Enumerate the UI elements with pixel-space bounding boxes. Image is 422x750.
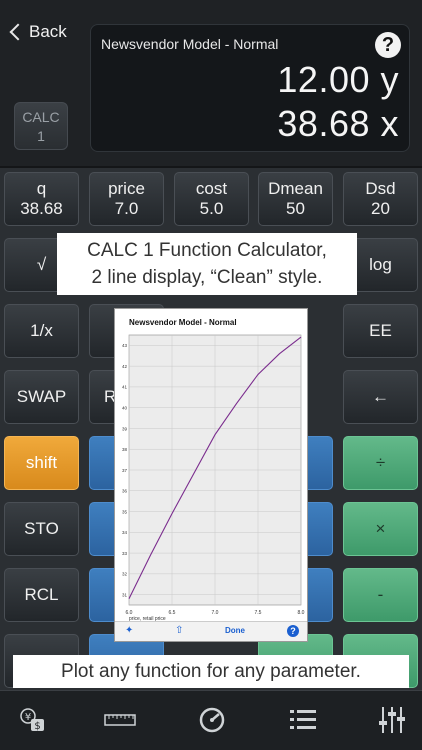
- display-line-x: 38.68 x: [277, 103, 399, 144]
- plot-toolbar: ✦ ⇧ Done ?: [115, 621, 307, 641]
- reciprocal-label: 1/x: [30, 321, 53, 340]
- y-tick-label: 33: [122, 551, 128, 556]
- rcl-label: RCL: [24, 585, 59, 604]
- sliders-icon: [379, 707, 405, 733]
- sto-label: STO: [24, 519, 59, 538]
- chevron-left-icon: [9, 23, 27, 41]
- done-button[interactable]: Done: [225, 626, 245, 635]
- y-tick-label: 35: [122, 509, 128, 514]
- y-tick-label: 34: [122, 530, 128, 535]
- backspace-icon: ←: [372, 387, 389, 406]
- currency-exchange-icon: ¥ $: [20, 708, 44, 732]
- y-tick-label: 41: [122, 385, 128, 390]
- tab-conversions[interactable]: ¥ $: [16, 705, 48, 735]
- tab-bar: ¥ $: [0, 690, 422, 750]
- gauge-icon: [199, 707, 225, 733]
- x-tick-label: 8.0: [298, 610, 305, 616]
- var-key-q[interactable]: q 38.68: [4, 172, 79, 226]
- ee-key[interactable]: EE: [343, 304, 418, 358]
- tab-settings[interactable]: [376, 705, 408, 735]
- palette-icon[interactable]: ✦: [125, 625, 133, 636]
- feature-caption-bottom: Plot any function for any parameter.: [13, 655, 409, 688]
- feature-caption-top: CALC 1 Function Calculator, 2 line displ…: [57, 233, 357, 295]
- y-tick-label: 36: [122, 489, 128, 494]
- rcl-key[interactable]: RCL: [4, 568, 79, 622]
- swap-label: SWAP: [16, 387, 67, 406]
- back-button[interactable]: Back: [8, 22, 67, 42]
- divider: [0, 166, 422, 168]
- y-tick-label: 32: [122, 572, 128, 577]
- var-value: 20: [371, 199, 390, 218]
- multiply-key[interactable]: ×: [343, 502, 418, 556]
- plot-help-icon[interactable]: ?: [287, 625, 299, 637]
- var-key-dmean[interactable]: Dmean 50: [258, 172, 333, 226]
- var-value: 50: [286, 199, 305, 218]
- y-tick-label: 37: [122, 468, 128, 473]
- display-line-y: 12.00 y: [277, 59, 399, 100]
- plot-chart[interactable]: 6.0 6.5 7.0 7.5 8.03132333435363738394041424…: [115, 309, 307, 621]
- var-name: cost: [195, 179, 228, 198]
- divide-icon: ÷: [375, 453, 386, 472]
- var-value: 5.0: [199, 199, 224, 218]
- help-icon[interactable]: ?: [375, 32, 401, 58]
- calc-chip-line2: 1: [37, 128, 45, 144]
- var-key-cost[interactable]: cost 5.0: [174, 172, 249, 226]
- multiply-icon: ×: [375, 519, 386, 538]
- var-name: Dmean: [268, 179, 323, 198]
- x-tick-label: 6.5: [169, 610, 176, 616]
- var-name: Dsd: [365, 179, 396, 198]
- y-tick-label: 39: [122, 426, 128, 431]
- svg-text:¥: ¥: [25, 712, 31, 723]
- model-title: Newsvendor Model - Normal: [101, 36, 279, 52]
- y-tick-label: 38: [122, 447, 128, 452]
- ruler-icon: [104, 714, 136, 726]
- ee-label: EE: [369, 321, 392, 340]
- plot-popup: Newsvendor Model - Normal 6.0 6.5 7.0 7.5 8.…: [114, 308, 308, 642]
- tab-list[interactable]: [287, 705, 319, 735]
- var-name: q: [36, 179, 47, 198]
- backspace-key[interactable]: ←: [343, 370, 418, 424]
- display-panel: Newsvendor Model - Normal ? 12.00 y 38.6…: [90, 24, 410, 152]
- calc-selector-button[interactable]: CALC 1: [14, 102, 68, 150]
- calc-chip-line1: CALC: [22, 109, 60, 125]
- var-key-dsd[interactable]: Dsd 20: [343, 172, 418, 226]
- share-icon[interactable]: ⇧: [175, 625, 183, 636]
- back-label: Back: [29, 22, 67, 41]
- shift-label: shift: [25, 453, 58, 472]
- y-tick-label: 31: [122, 592, 128, 597]
- reciprocal-key[interactable]: 1/x: [4, 304, 79, 358]
- y-tick-label: 42: [122, 364, 128, 369]
- sqrt-label: √: [36, 255, 47, 274]
- log-label: log: [369, 255, 392, 274]
- x-tick-label: 7.5: [255, 610, 262, 616]
- shift-key[interactable]: shift: [4, 436, 79, 490]
- divide-key[interactable]: ÷: [343, 436, 418, 490]
- var-value: 7.0: [114, 199, 139, 218]
- var-name: price: [108, 179, 145, 198]
- header: Back CALC 1 Newsvendor Model - Normal ? …: [0, 0, 422, 168]
- tab-units[interactable]: [104, 705, 136, 735]
- var-value: 38.68: [20, 199, 63, 218]
- y-tick-label: 43: [122, 343, 128, 348]
- x-tick-label: 7.0: [212, 610, 219, 616]
- y-tick-label: 40: [122, 405, 128, 410]
- var-key-price[interactable]: price 7.0: [89, 172, 164, 226]
- swap-key[interactable]: SWAP: [4, 370, 79, 424]
- minus-key[interactable]: -: [343, 568, 418, 622]
- list-icon: [290, 710, 316, 729]
- svg-text:$: $: [34, 721, 40, 732]
- tab-calc[interactable]: [196, 705, 228, 735]
- sto-key[interactable]: STO: [4, 502, 79, 556]
- minus-icon: -: [377, 585, 384, 604]
